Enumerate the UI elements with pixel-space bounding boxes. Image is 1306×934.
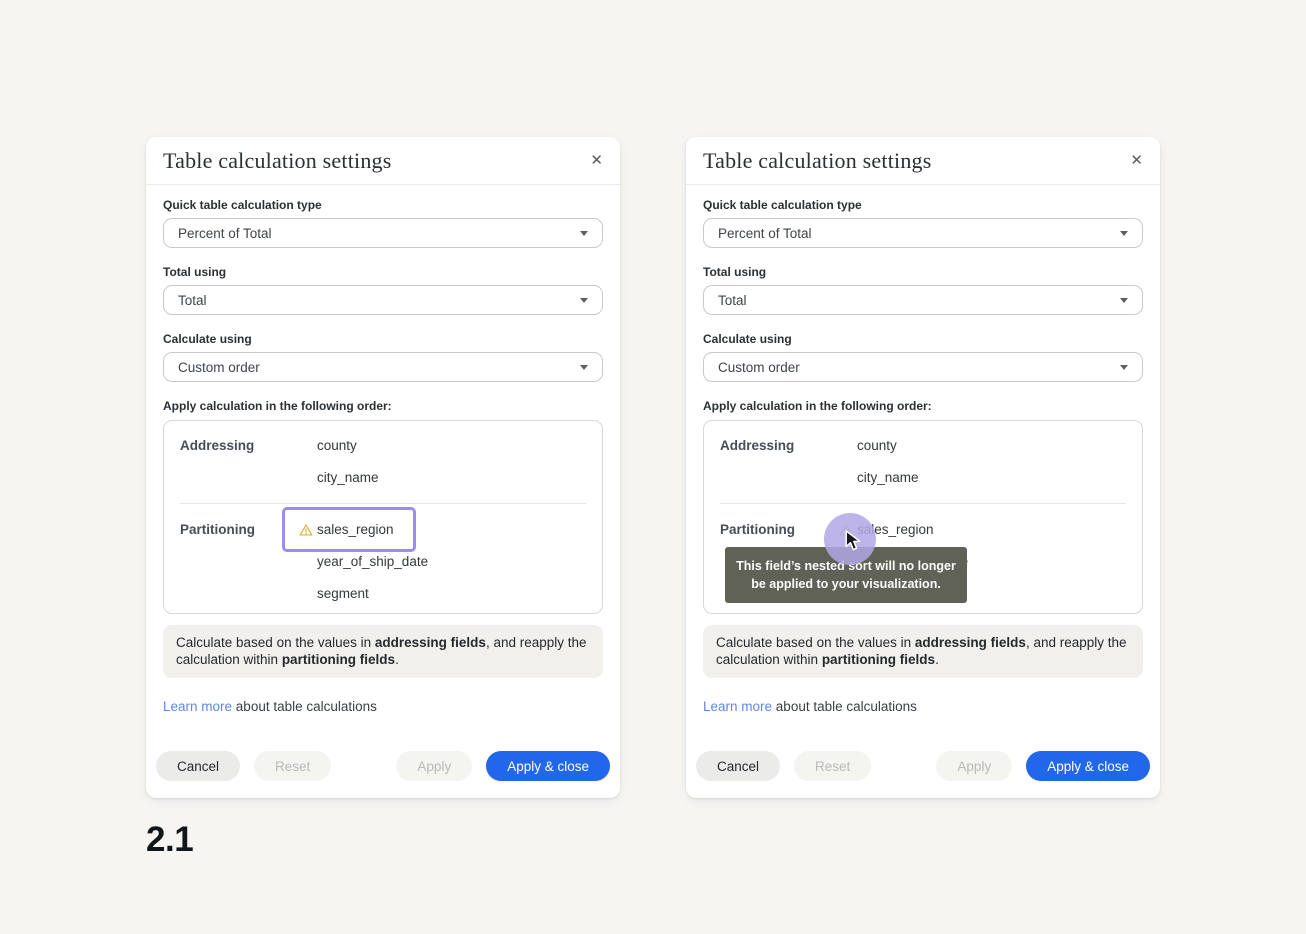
info-bold-addressing: addressing fields — [915, 635, 1026, 650]
chevron-down-icon — [1120, 365, 1128, 370]
addressing-section: Addressing county city_name — [720, 438, 1126, 502]
field-item-county[interactable]: county — [317, 438, 357, 454]
quick-type-value: Percent of Total — [178, 226, 272, 241]
field-item-sales-region[interactable]: sales_region — [317, 522, 394, 538]
table-calculation-dialog-hover: Table calculation settings ✕ Quick table… — [686, 137, 1160, 798]
dialog-header: Table calculation settings ✕ — [146, 137, 620, 185]
close-icon[interactable]: ✕ — [1130, 153, 1143, 168]
addressing-label: Addressing — [180, 438, 317, 502]
total-using-select[interactable]: Total — [703, 285, 1143, 315]
quick-type-select[interactable]: Percent of Total — [703, 218, 1143, 248]
info-prefix: Calculate based on the values in — [716, 635, 915, 650]
chevron-down-icon — [580, 231, 588, 236]
quick-type-select[interactable]: Percent of Total — [163, 218, 603, 248]
table-calculation-dialog-selected: Table calculation settings ✕ Quick table… — [146, 137, 620, 798]
calculation-info-text: Calculate based on the values in address… — [163, 625, 603, 678]
apply-close-button[interactable]: Apply & close — [486, 751, 610, 781]
info-suffix: . — [395, 652, 399, 667]
learn-more-link[interactable]: Learn more — [703, 699, 772, 714]
addressing-section: Addressing county city_name — [180, 438, 586, 502]
reset-button[interactable]: Reset — [794, 751, 871, 781]
addressing-label: Addressing — [720, 438, 857, 502]
partitioning-fields: sales_region year_of_ship_date segment — [317, 522, 428, 618]
info-bold-partitioning: partitioning fields — [282, 652, 395, 667]
learn-more-line: Learn more about table calculations — [703, 699, 1143, 714]
calculation-info-text: Calculate based on the values in address… — [703, 625, 1143, 678]
close-icon[interactable]: ✕ — [590, 153, 603, 168]
cancel-button[interactable]: Cancel — [156, 751, 240, 781]
calculate-using-label: Calculate using — [703, 333, 1143, 345]
chevron-down-icon — [580, 298, 588, 303]
addressing-fields: county city_name — [857, 438, 919, 502]
dialog-body: Quick table calculation type Percent of … — [686, 185, 1160, 714]
chevron-down-icon — [580, 365, 588, 370]
info-bold-partitioning: partitioning fields — [822, 652, 935, 667]
field-item-label: sales_region — [317, 522, 394, 537]
field-item-year-of-ship-date[interactable]: year_of_ship_date — [317, 554, 428, 570]
calculate-using-value: Custom order — [718, 360, 800, 375]
apply-close-button[interactable]: Apply & close — [1026, 751, 1150, 781]
dialog-footer: Cancel Reset Apply Apply & close — [156, 751, 610, 781]
tooltip-line-2: be applied to your visualization. — [751, 575, 941, 593]
cancel-button[interactable]: Cancel — [696, 751, 780, 781]
total-using-value: Total — [178, 293, 207, 308]
chevron-down-icon — [1120, 298, 1128, 303]
section-divider — [720, 503, 1126, 504]
field-item-city-name[interactable]: city_name — [317, 470, 379, 486]
calculate-using-value: Custom order — [178, 360, 260, 375]
field-item-sales-region[interactable]: sales_region — [857, 522, 934, 538]
field-item-city-name[interactable]: city_name — [857, 470, 919, 486]
total-using-label: Total using — [703, 266, 1143, 278]
learn-more-line: Learn more about table calculations — [163, 699, 603, 714]
dialog-title: Table calculation settings — [703, 148, 931, 174]
warning-icon[interactable] — [299, 523, 313, 541]
total-using-value: Total — [718, 293, 747, 308]
info-prefix: Calculate based on the values in — [176, 635, 375, 650]
field-item-segment[interactable]: segment — [317, 586, 369, 602]
reset-button[interactable]: Reset — [254, 751, 331, 781]
addressing-fields: county city_name — [317, 438, 379, 502]
field-item-county[interactable]: county — [857, 438, 897, 454]
quick-type-value: Percent of Total — [718, 226, 812, 241]
order-box: Addressing county city_name Partitioning… — [163, 420, 603, 614]
dialog-body: Quick table calculation type Percent of … — [146, 185, 620, 714]
section-divider — [180, 503, 586, 504]
quick-type-label: Quick table calculation type — [163, 199, 603, 211]
quick-type-label: Quick table calculation type — [703, 199, 1143, 211]
chevron-down-icon — [1120, 231, 1128, 236]
apply-button[interactable]: Apply — [396, 751, 472, 781]
dialog-header: Table calculation settings ✕ — [686, 137, 1160, 185]
calculate-using-label: Calculate using — [163, 333, 603, 345]
partitioning-section: Partitioning sales_region year_of_ship_d… — [180, 522, 586, 618]
learn-more-link[interactable]: Learn more — [163, 699, 232, 714]
cursor-icon — [845, 530, 864, 556]
dialog-title: Table calculation settings — [163, 148, 391, 174]
info-suffix: . — [935, 652, 939, 667]
learn-more-rest: about table calculations — [772, 699, 917, 714]
total-using-select[interactable]: Total — [163, 285, 603, 315]
total-using-label: Total using — [163, 266, 603, 278]
calculate-using-select[interactable]: Custom order — [163, 352, 603, 382]
order-heading: Apply calculation in the following order… — [703, 400, 1143, 412]
apply-button[interactable]: Apply — [936, 751, 1012, 781]
dialog-footer: Cancel Reset Apply Apply & close — [696, 751, 1150, 781]
order-heading: Apply calculation in the following order… — [163, 400, 603, 412]
figure-label: 2.1 — [146, 820, 193, 860]
info-bold-addressing: addressing fields — [375, 635, 486, 650]
learn-more-rest: about table calculations — [232, 699, 377, 714]
partitioning-label: Partitioning — [180, 522, 317, 618]
calculate-using-select[interactable]: Custom order — [703, 352, 1143, 382]
order-box: Addressing county city_name Partitioning… — [703, 420, 1143, 614]
